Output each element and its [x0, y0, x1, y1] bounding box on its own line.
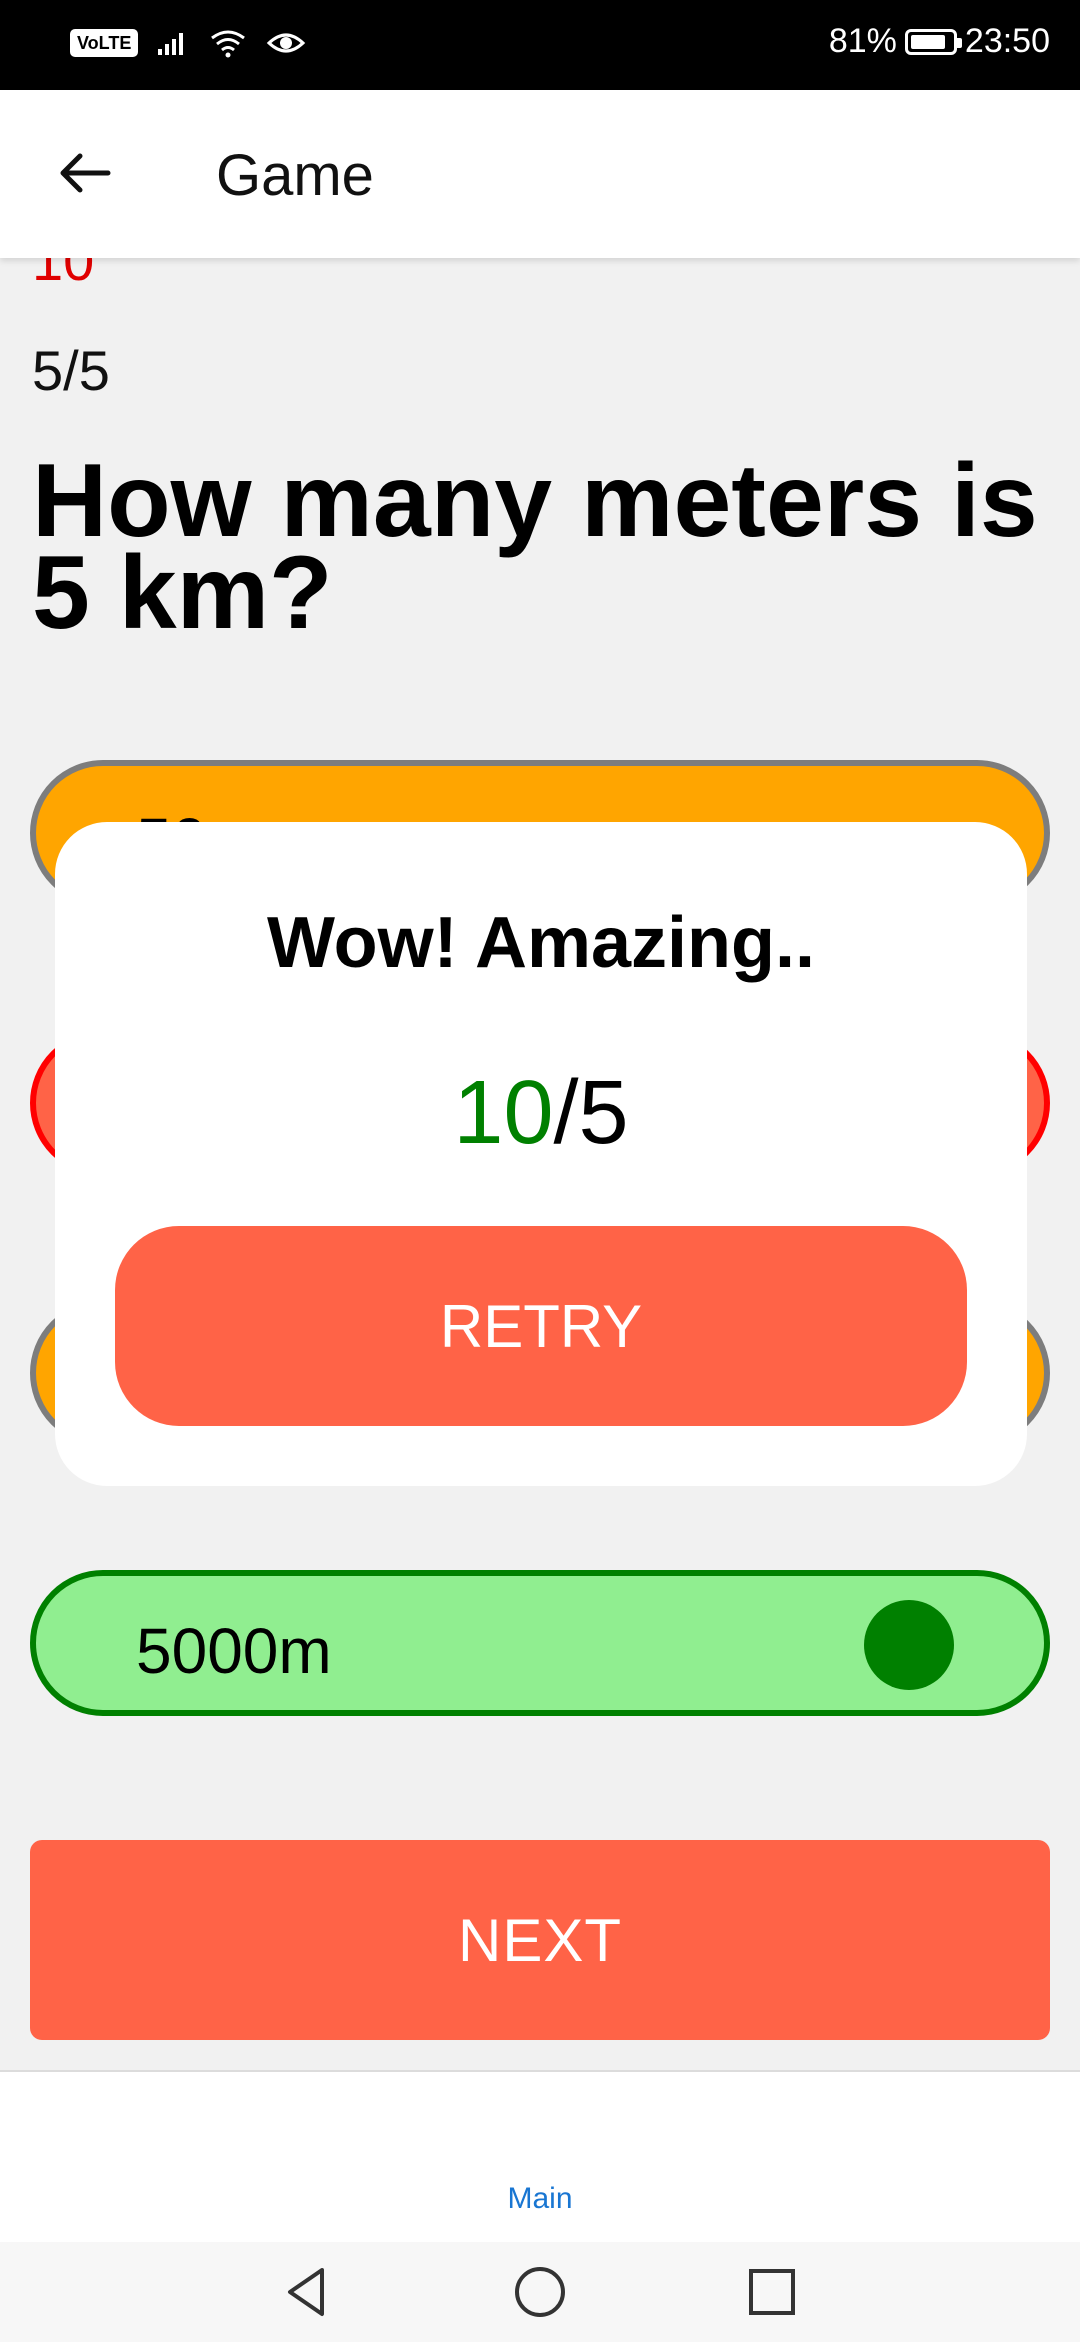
app-bar: Game [0, 90, 1080, 258]
result-dialog: Wow! Amazing.. 10/5 RETRY [55, 822, 1027, 1486]
system-back-button[interactable] [276, 2260, 340, 2324]
status-icons-left: VoLTE [70, 28, 306, 58]
next-button[interactable]: NEXT [30, 1840, 1050, 2040]
selected-indicator [864, 1600, 954, 1690]
status-icons-right: 81% 23:50 [829, 22, 1050, 61]
page-title: Game [216, 143, 374, 208]
eye-icon [267, 33, 306, 53]
final-score: 10/5 [55, 1062, 1027, 1165]
square-recents-icon [749, 2269, 795, 2315]
question-progress: 5/5 [32, 339, 110, 402]
clock: 23:50 [964, 22, 1050, 60]
system-navigation-bar [0, 2242, 1080, 2342]
tab-main[interactable]: Main [0, 2182, 1080, 2216]
final-score-value: 10 [453, 1063, 554, 1163]
arrow-back-icon [60, 153, 111, 193]
wifi-icon [211, 30, 246, 58]
circle-home-icon [515, 2267, 565, 2317]
dialog-title: Wow! Amazing.. [267, 903, 815, 983]
answer-option-correct[interactable]: 5000m [30, 1570, 1050, 1716]
volte-indicator: VoLTE [70, 29, 139, 57]
triangle-back-icon [288, 2268, 324, 2316]
signal-icon [158, 33, 184, 55]
retry-button[interactable]: RETRY [115, 1226, 967, 1426]
battery-icon [904, 28, 962, 55]
status-bar: VoLTE 81% 23:50 [0, 0, 1080, 90]
system-home-button[interactable] [508, 2260, 572, 2324]
final-score-total: /5 [553, 1063, 629, 1163]
back-button[interactable] [50, 138, 120, 208]
answer-option-label: 5000m [136, 1615, 332, 1687]
battery-percent: 81% [828, 22, 897, 60]
question-text: How many meters is 5 km? [32, 443, 1038, 651]
system-recents-button[interactable] [740, 2260, 804, 2324]
bottom-navigation: Main [0, 2070, 1080, 2342]
